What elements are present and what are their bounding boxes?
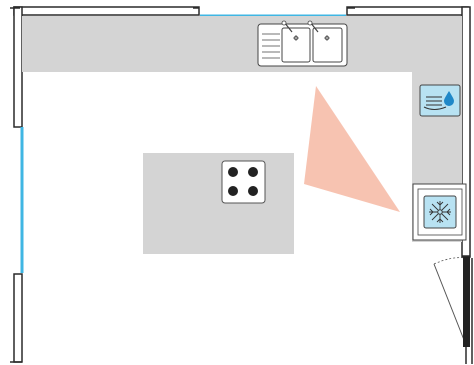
door-swing-icon (433, 257, 470, 347)
refrigerator-icon (412, 183, 467, 241)
counters (22, 16, 462, 254)
wall-top-left (13, 6, 200, 16)
wall-left-upper (13, 6, 23, 128)
wall-left-lower (13, 273, 23, 363)
burner (228, 167, 238, 177)
burner (228, 186, 238, 196)
burner (248, 167, 258, 177)
wall-top-right (346, 6, 469, 16)
work-triangle (304, 86, 400, 212)
top-counter (22, 16, 462, 72)
double-sink-icon (257, 20, 348, 67)
burner (248, 186, 258, 196)
cooktop-icon (221, 160, 266, 204)
dishwasher-icon (415, 82, 461, 118)
kitchen-floor-plan (10, 6, 473, 364)
island-counter (143, 153, 294, 254)
